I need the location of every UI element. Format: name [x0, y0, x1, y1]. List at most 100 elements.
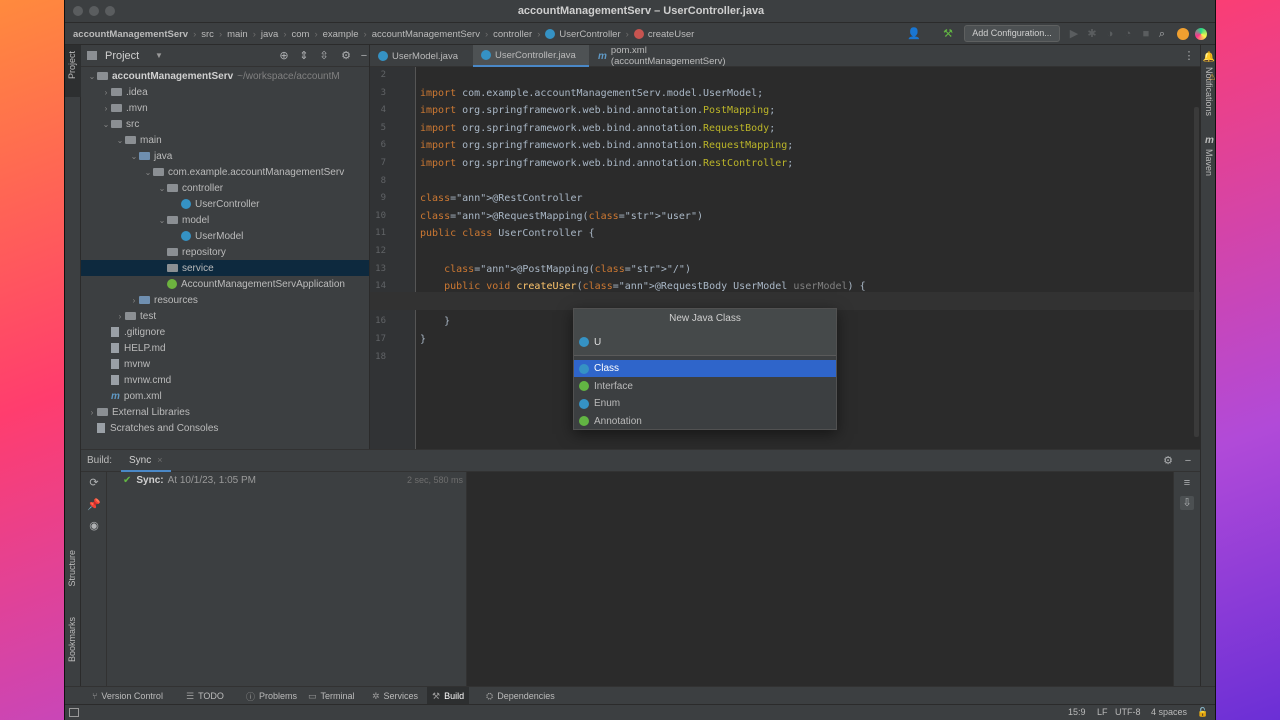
chevron-down-icon[interactable]: ⌄	[87, 72, 97, 81]
kind-option-enum[interactable]: Enum	[574, 395, 836, 412]
close-icon[interactable]: ×	[157, 455, 162, 465]
run-icon[interactable]: ▶	[1067, 27, 1081, 41]
tree-item[interactable]: UserController	[81, 196, 369, 212]
chevron-right-icon[interactable]: ›	[115, 312, 125, 321]
chevron-down-icon[interactable]: ⌄	[129, 152, 139, 161]
locate-icon[interactable]: ⊕	[277, 49, 291, 63]
breadcrumb-item[interactable]: main	[227, 29, 248, 40]
pin-icon[interactable]: 📌	[87, 498, 101, 512]
refresh-icon[interactable]: ⟳	[87, 476, 101, 490]
chevron-down-icon[interactable]: ▼	[155, 51, 163, 60]
tree-item[interactable]: repository	[81, 244, 369, 260]
tree-item[interactable]: mvnw.cmd	[81, 372, 369, 388]
collapse-all-icon[interactable]: ⇳	[317, 49, 331, 63]
tool-services[interactable]: ✲ Services	[367, 687, 423, 705]
breadcrumb-item[interactable]: src	[201, 29, 214, 40]
profile-icon[interactable]: ◔	[1121, 27, 1135, 41]
breadcrumb-item[interactable]: UserController	[559, 29, 620, 40]
chevron-down-icon[interactable]: ⌄	[115, 136, 125, 145]
tree-item[interactable]: AccountManagementServApplication	[81, 276, 369, 292]
tree-item[interactable]: UserModel	[81, 228, 369, 244]
search-icon[interactable]: ⌕	[1155, 27, 1169, 41]
soft-wrap-icon[interactable]: ≡	[1180, 476, 1194, 490]
tree-item[interactable]: › test	[81, 308, 369, 324]
tree-item[interactable]: ⌄ src	[81, 116, 369, 132]
chevron-down-icon[interactable]: ⌄	[157, 216, 167, 225]
tree-item[interactable]: ⌄ accountManagementServ ~/workspace/accoun…	[81, 68, 369, 84]
tool-todo[interactable]: ☰ TODO	[181, 687, 229, 705]
maven-tool-button[interactable]: Maven	[1204, 149, 1214, 176]
tree-item[interactable]: HELP.md	[81, 340, 369, 356]
sync-result-row[interactable]: ✔ Sync: At 10/1/23, 1:05 PM 2 sec, 580 m…	[107, 472, 467, 488]
chevron-right-icon[interactable]: ›	[101, 104, 111, 113]
kind-option-class[interactable]: Class	[574, 360, 836, 377]
tree-item[interactable]: .gitignore	[81, 324, 369, 340]
eye-icon[interactable]: ◉	[87, 519, 101, 533]
tree-item[interactable]: service	[81, 260, 369, 276]
class-name-input[interactable]	[594, 334, 824, 350]
caret-position[interactable]: 15:9	[1068, 707, 1086, 717]
kind-option-interface[interactable]: Interface	[574, 378, 836, 395]
toggle-panels-icon[interactable]	[69, 708, 79, 717]
indent-setting[interactable]: 4 spaces	[1151, 707, 1187, 717]
project-view-selector[interactable]: Project	[105, 50, 139, 62]
breadcrumb-item[interactable]: accountManagementServ	[73, 29, 188, 40]
update-icon[interactable]	[1177, 28, 1189, 40]
tab-pom[interactable]: m pom.xml (accountManagementServ)	[590, 45, 770, 67]
tree-item[interactable]: m pom.xml	[81, 388, 369, 404]
gear-icon[interactable]: ⚙	[339, 49, 353, 63]
more-tabs-icon[interactable]: ⋮	[1182, 49, 1196, 63]
chevron-right-icon[interactable]: ›	[129, 296, 139, 305]
tree-item[interactable]: › External Libraries	[81, 404, 369, 420]
tab-usermodel[interactable]: UserModel.java	[370, 45, 472, 67]
tree-item[interactable]: › .idea	[81, 84, 369, 100]
breadcrumb-item[interactable]: com	[291, 29, 309, 40]
breadcrumb-item[interactable]: accountManagementServ	[372, 29, 480, 40]
jetbrains-logo-icon[interactable]	[1195, 28, 1207, 40]
bookmarks-tool-button[interactable]: Bookmarks	[67, 617, 77, 662]
chevron-right-icon[interactable]: ›	[101, 88, 111, 97]
tool-dependencies[interactable]: ⛭ Dependencies	[481, 687, 560, 705]
tree-item[interactable]: ⌄ model	[81, 212, 369, 228]
tree-item[interactable]: ⌄ main	[81, 132, 369, 148]
tab-sync[interactable]: Sync ×	[121, 450, 171, 472]
kind-option-annotation[interactable]: Annotation	[574, 413, 836, 430]
lock-icon[interactable]: 🔓	[1197, 707, 1208, 718]
breadcrumb-item[interactable]: example	[323, 29, 359, 40]
expand-all-icon[interactable]: ⇕	[297, 49, 311, 63]
tree-item[interactable]: › .mvn	[81, 100, 369, 116]
warning-icon[interactable]: ⚠	[1208, 72, 1215, 83]
project-tool-button[interactable]: Project	[65, 45, 81, 97]
tree-item[interactable]: Scratches and Consoles	[81, 420, 369, 436]
gear-icon[interactable]: ⚙	[1161, 454, 1175, 468]
add-configuration-button[interactable]: Add Configuration...	[964, 25, 1060, 42]
file-encoding[interactable]: UTF-8	[1115, 707, 1141, 717]
debug-icon[interactable]: ✱	[1085, 27, 1099, 41]
tool-problems[interactable]: ⓘ Problems	[241, 687, 302, 705]
tool-version-control[interactable]: ⑂ Version Control	[87, 687, 168, 705]
tree-item[interactable]: ⌄ com.example.accountManagementServ	[81, 164, 369, 180]
chevron-right-icon[interactable]: ›	[87, 408, 97, 417]
breadcrumb-item[interactable]: createUser	[648, 29, 694, 40]
breadcrumb-item[interactable]: java	[261, 29, 278, 40]
chevron-down-icon[interactable]: ⌄	[143, 168, 153, 177]
hammer-icon[interactable]: ⚒	[941, 27, 955, 41]
scroll-to-end-icon[interactable]: ⇩	[1180, 496, 1194, 510]
tree-item[interactable]: › resources	[81, 292, 369, 308]
tool-terminal[interactable]: ▭ Terminal	[303, 687, 360, 705]
tree-item[interactable]: ⌄ controller	[81, 180, 369, 196]
tree-item[interactable]: mvnw	[81, 356, 369, 372]
editor-scrollbar[interactable]	[1194, 107, 1199, 437]
chevron-down-icon[interactable]: ⌄	[101, 120, 111, 129]
coverage-icon[interactable]: ◑	[1103, 27, 1117, 41]
tree-item[interactable]: ⌄ java	[81, 148, 369, 164]
hide-icon[interactable]: −	[1181, 454, 1195, 468]
user-icon[interactable]: 👤	[907, 27, 921, 41]
breadcrumb-item[interactable]: controller	[493, 29, 532, 40]
hide-icon[interactable]: −	[357, 49, 371, 63]
structure-tool-button[interactable]: Structure	[67, 550, 77, 587]
tab-usercontroller[interactable]: UserController.java	[473, 45, 589, 67]
chevron-down-icon[interactable]: ⌄	[157, 184, 167, 193]
line-separator[interactable]: LF	[1097, 707, 1108, 717]
stop-icon[interactable]: ■	[1139, 27, 1153, 41]
